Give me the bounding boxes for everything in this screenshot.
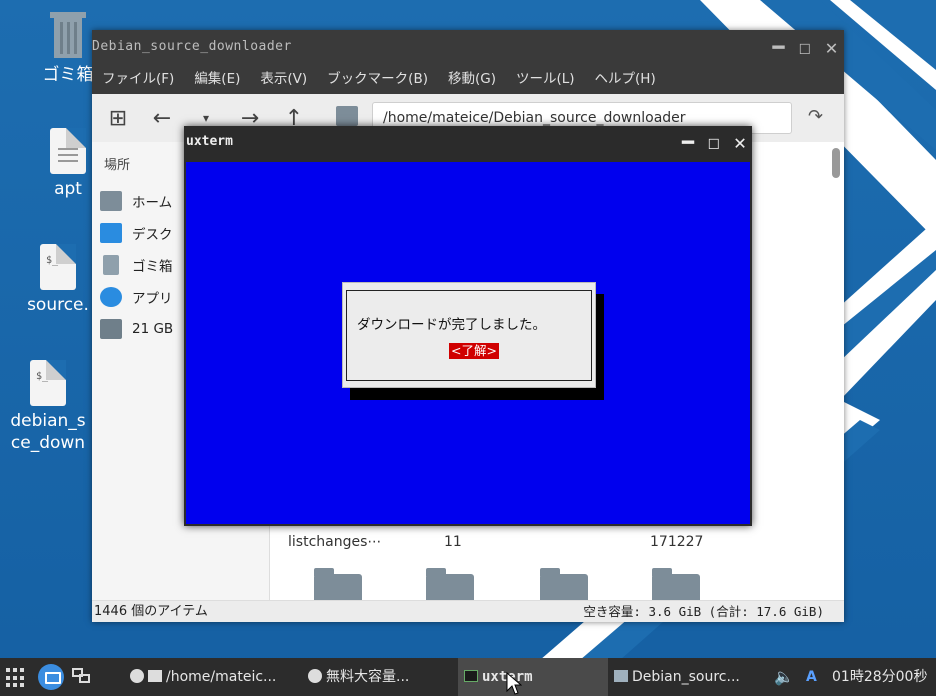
window-switcher-icon[interactable] bbox=[72, 668, 92, 686]
app-icon bbox=[130, 669, 144, 683]
new-tab-icon[interactable]: ⊞ bbox=[106, 106, 130, 131]
message-dialog: ダウンロードが完了しました。 <了解> bbox=[342, 282, 596, 388]
desktop-icon-debian-source-downloader[interactable]: $_ debian_s ce_down bbox=[4, 360, 92, 454]
sidebar-item-label: ホーム bbox=[132, 195, 173, 211]
app-menu-icon[interactable] bbox=[6, 668, 26, 688]
close-icon[interactable]: ✕ bbox=[734, 132, 746, 152]
trash-icon bbox=[50, 12, 86, 58]
menu-file[interactable]: ファイル(F) bbox=[102, 64, 174, 94]
file-label[interactable]: 171227 bbox=[650, 534, 703, 550]
text-file-icon bbox=[50, 128, 86, 174]
folder-icon bbox=[148, 670, 162, 682]
menu-go[interactable]: 移動(G) bbox=[448, 64, 496, 94]
taskbar-item-file-manager[interactable]: /home/mateic... bbox=[130, 658, 300, 696]
folder-icon bbox=[336, 106, 358, 126]
maximize-icon[interactable]: ☐ bbox=[799, 37, 812, 57]
taskbar-item-uxterm[interactable]: uxterm bbox=[458, 658, 608, 696]
trash-icon bbox=[103, 255, 119, 275]
taskbar: /home/mateic... 無料大容量... uxterm Debian_s… bbox=[0, 658, 936, 696]
window-title: Debian_source_downloader bbox=[92, 39, 292, 54]
desktop-icon-label: debian_s bbox=[10, 411, 86, 431]
terminal-icon bbox=[464, 670, 478, 682]
menu-bar: ファイル(F) 編集(E) 表示(V) ブックマーク(B) 移動(G) ツール(… bbox=[92, 64, 844, 94]
input-method-indicator[interactable]: A bbox=[806, 658, 817, 696]
taskbar-item-label: /home/mateic... bbox=[166, 669, 277, 685]
desktop-icon-label: source. bbox=[27, 295, 89, 315]
taskbar-item-label: Debian_sourc... bbox=[632, 669, 740, 685]
sidebar-item-label: デスク bbox=[132, 227, 173, 243]
sidebar-item-label: ゴミ箱 bbox=[132, 259, 173, 275]
sidebar-item-label: 21 GB bbox=[132, 321, 174, 337]
desktop-icon-label: apt bbox=[54, 179, 82, 199]
download-icon bbox=[100, 287, 122, 307]
minimize-icon[interactable]: ━ bbox=[682, 132, 694, 152]
desktop-icon-label: ゴミ箱 bbox=[42, 65, 94, 85]
terminal-window: uxterm ━ ☐ ✕ ダウンロードが完了しました。 <了解> bbox=[184, 126, 752, 526]
toggle-path-icon[interactable]: ↷ bbox=[808, 106, 823, 127]
taskbar-item-label: 無料大容量... bbox=[326, 669, 410, 685]
folder-icon bbox=[614, 670, 628, 682]
script-file-icon: $_ bbox=[40, 244, 76, 290]
desktop-folder-icon bbox=[100, 223, 122, 243]
file-label[interactable]: listchanges⋯ bbox=[288, 534, 381, 550]
browser-icon bbox=[308, 669, 322, 683]
back-arrow-icon[interactable]: ← bbox=[150, 106, 174, 131]
item-count: 1446 個のアイテム bbox=[94, 604, 208, 619]
show-desktop-icon[interactable] bbox=[38, 664, 64, 690]
status-bar: 1446 個のアイテム 空き容量: 3.6 GiB (合計: 17.6 GiB) bbox=[92, 600, 844, 622]
desktop-icon-label-line2: ce_down bbox=[10, 433, 86, 453]
home-folder-icon bbox=[100, 191, 122, 211]
sidebar-item-label: アプリ bbox=[132, 291, 173, 307]
drive-icon bbox=[100, 319, 122, 339]
taskbar-item-debian-source[interactable]: Debian_sourc... bbox=[614, 658, 760, 696]
maximize-icon[interactable]: ☐ bbox=[708, 132, 720, 152]
file-label[interactable]: 11 bbox=[444, 534, 462, 550]
volume-icon[interactable]: 🔈 bbox=[774, 658, 794, 696]
file-manager-titlebar[interactable]: Debian_source_downloader ━ ☐ ✕ bbox=[92, 30, 844, 64]
ok-button[interactable]: <了解> bbox=[449, 343, 499, 359]
menu-help[interactable]: ヘルプ(H) bbox=[595, 64, 656, 94]
free-space: 空き容量: 3.6 GiB (合計: 17.6 GiB) bbox=[583, 604, 824, 619]
window-title: uxterm bbox=[186, 134, 233, 149]
taskbar-item-browser[interactable]: 無料大容量... bbox=[308, 658, 456, 696]
mouse-cursor-icon bbox=[506, 672, 522, 695]
close-icon[interactable]: ✕ bbox=[825, 37, 838, 57]
terminal-screen[interactable]: ダウンロードが完了しました。 <了解> bbox=[186, 162, 750, 524]
scrollbar[interactable] bbox=[832, 148, 840, 178]
history-dropdown-icon[interactable]: ▾ bbox=[194, 111, 218, 125]
clock[interactable]: 01時28分00秒 bbox=[832, 658, 927, 696]
script-file-icon: $_ bbox=[30, 360, 66, 406]
menu-bookmarks[interactable]: ブックマーク(B) bbox=[327, 64, 428, 94]
terminal-titlebar[interactable]: uxterm ━ ☐ ✕ bbox=[184, 126, 752, 158]
dialog-message: ダウンロードが完了しました。 bbox=[357, 317, 546, 333]
menu-view[interactable]: 表示(V) bbox=[260, 64, 307, 94]
minimize-icon[interactable]: ━ bbox=[772, 37, 785, 57]
desktop-icon-source[interactable]: $_ source. bbox=[14, 244, 102, 316]
menu-edit[interactable]: 編集(E) bbox=[194, 64, 240, 94]
menu-tools[interactable]: ツール(L) bbox=[516, 64, 575, 94]
